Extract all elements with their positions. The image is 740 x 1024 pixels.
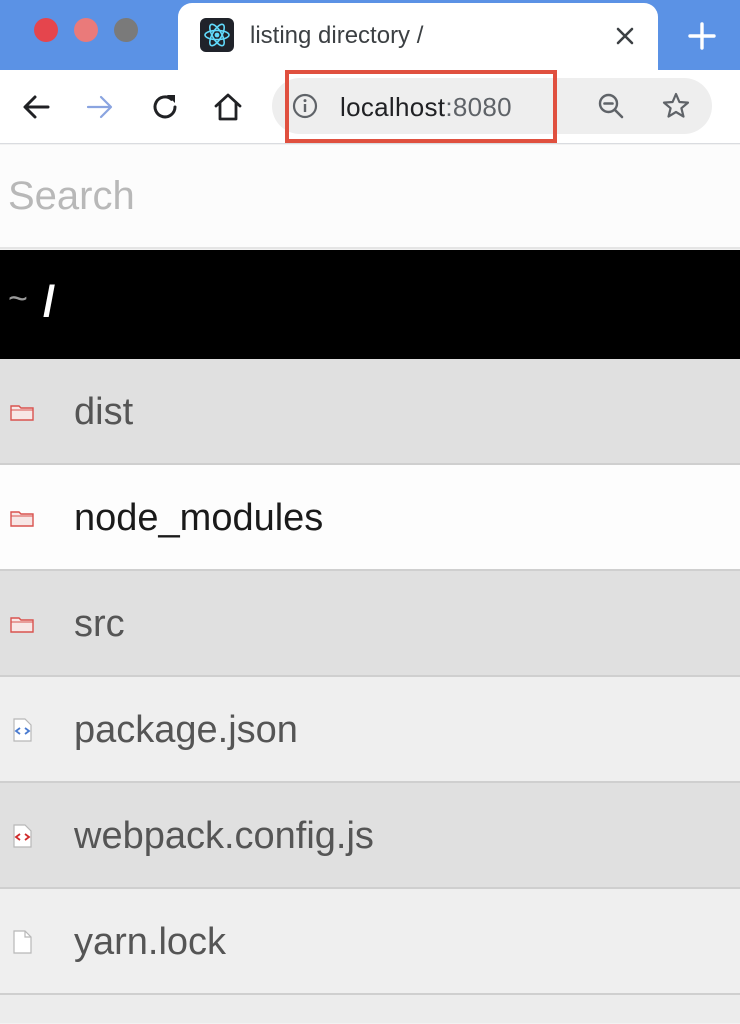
- file-name: src: [74, 603, 125, 645]
- folder-icon: [9, 611, 35, 637]
- zoom-out-icon[interactable]: [596, 91, 626, 121]
- url-host: localhost: [340, 92, 446, 122]
- list-item[interactable]: node_modules: [0, 465, 740, 571]
- react-logo-icon: [200, 18, 234, 52]
- forward-arrow-icon[interactable]: [84, 91, 116, 123]
- tab-title: listing directory /: [250, 22, 424, 49]
- list-item[interactable]: dist: [0, 359, 740, 465]
- breadcrumb: ~ /: [0, 250, 740, 359]
- url-text[interactable]: localhost:8080: [340, 92, 512, 123]
- js-file-icon: [9, 823, 35, 849]
- back-arrow-icon[interactable]: [20, 91, 52, 123]
- file-list: dist node_modules src package.json webpa…: [0, 359, 740, 1023]
- window-close-button[interactable]: [34, 18, 58, 42]
- browser-tab[interactable]: listing directory /: [178, 3, 658, 70]
- plus-icon[interactable]: [684, 18, 720, 54]
- current-path[interactable]: /: [43, 277, 55, 327]
- list-item[interactable]: webpack.config.js: [0, 783, 740, 889]
- address-bar[interactable]: localhost:8080: [272, 78, 712, 134]
- list-filler: [0, 995, 740, 1023]
- json-file-icon: [9, 717, 35, 743]
- window-minimize-button[interactable]: [74, 18, 98, 42]
- search-input[interactable]: [0, 145, 740, 249]
- folder-icon: [9, 505, 35, 531]
- file-name: yarn.lock: [74, 921, 227, 963]
- home-link[interactable]: ~: [8, 280, 28, 319]
- list-item[interactable]: yarn.lock: [0, 889, 740, 995]
- list-item[interactable]: package.json: [0, 677, 740, 783]
- folder-icon: [9, 399, 35, 425]
- info-icon[interactable]: [290, 91, 320, 121]
- close-icon[interactable]: [610, 21, 640, 51]
- tab-strip: listing directory /: [0, 0, 740, 70]
- list-item[interactable]: src: [0, 571, 740, 677]
- home-icon[interactable]: [212, 91, 244, 123]
- star-icon[interactable]: [660, 90, 692, 122]
- file-name: webpack.config.js: [74, 815, 374, 857]
- file-name: dist: [74, 391, 134, 433]
- window-zoom-button[interactable]: [114, 18, 138, 42]
- file-name: node_modules: [74, 497, 324, 539]
- browser-toolbar: localhost:8080: [0, 70, 740, 144]
- file-name: package.json: [74, 709, 298, 751]
- url-port: :8080: [445, 92, 512, 122]
- file-icon: [9, 929, 35, 955]
- reload-icon[interactable]: [149, 91, 181, 123]
